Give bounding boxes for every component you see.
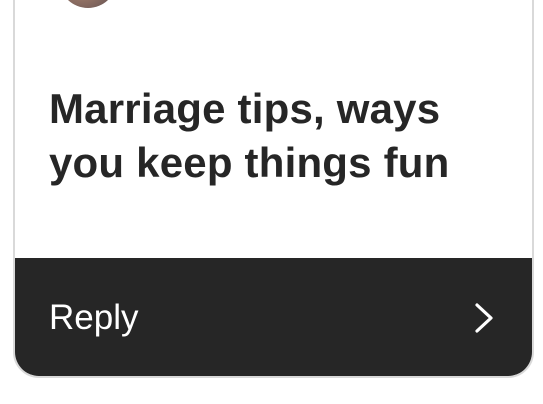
avatar[interactable] <box>59 0 117 8</box>
question-card: Marriage tips, ways you keep things fun … <box>13 0 534 378</box>
chevron-right-icon <box>475 303 493 333</box>
question-prompt: Marriage tips, ways you keep things fun <box>49 85 450 186</box>
reply-label: Reply <box>49 298 139 337</box>
screen: Marriage tips, ways you keep things fun … <box>0 0 543 404</box>
reply-button[interactable]: Reply <box>15 258 532 376</box>
